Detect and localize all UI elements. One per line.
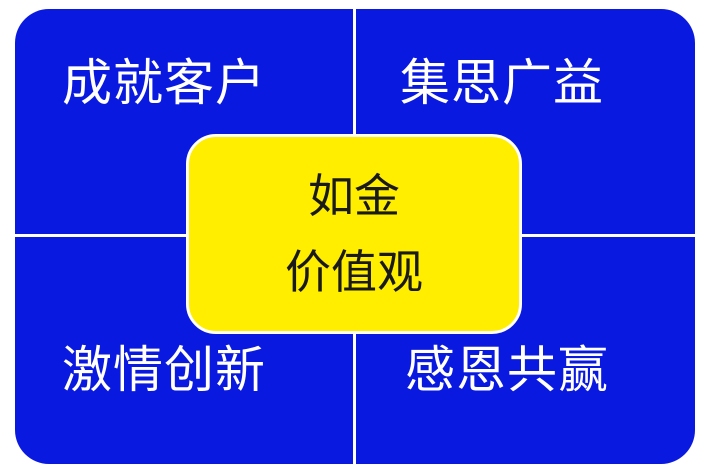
quadrant-bottom-right-label: 感恩共赢 [405,341,609,399]
quadrant-top-right-label: 集思广益 [400,54,604,112]
center-title-line1: 如金 [308,169,400,223]
center-values-box: 如金 价值观 [186,134,522,334]
center-title-line2: 价值观 [285,245,423,299]
quadrant-top-left-label: 成就客户 [62,54,266,112]
quadrant-bottom-left-label: 激情创新 [62,341,266,399]
